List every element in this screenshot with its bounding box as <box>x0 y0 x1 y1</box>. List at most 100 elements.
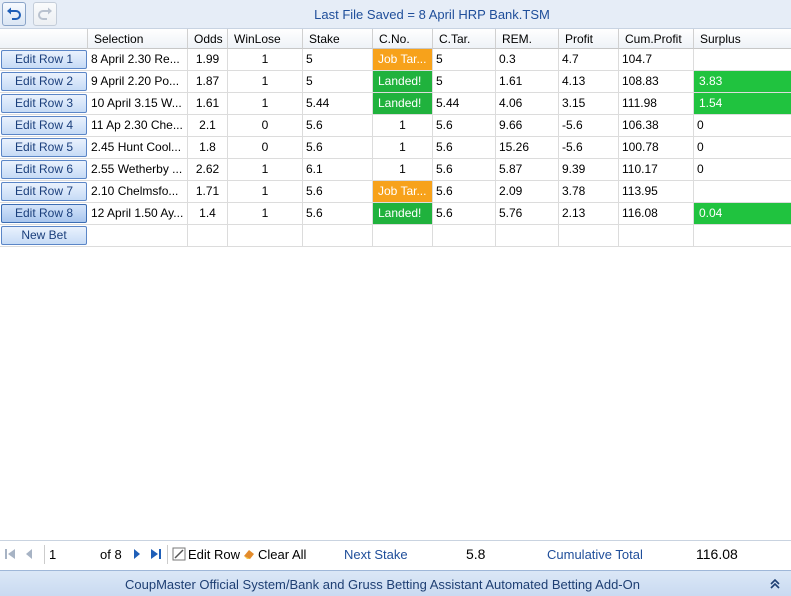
cell-cum-profit[interactable]: 104.7 <box>619 49 694 70</box>
cell-profit[interactable]: -5.6 <box>559 115 619 136</box>
cell-surplus[interactable]: 0 <box>694 137 791 158</box>
cell-cno-landed[interactable]: Landed! <box>373 71 433 92</box>
cell-odds[interactable]: 2.62 <box>188 159 228 180</box>
cell-stake[interactable]: 5 <box>303 49 373 70</box>
cell-surplus[interactable]: 0 <box>694 159 791 180</box>
cell-rem[interactable]: 0.3 <box>496 49 559 70</box>
cell-ctar[interactable]: 5.6 <box>433 159 496 180</box>
cell-cno-job-target[interactable]: Job Tar... <box>373 181 433 202</box>
clear-all-label[interactable]: Clear All <box>258 547 306 562</box>
new-bet-button[interactable]: New Bet <box>1 226 87 245</box>
cell-selection[interactable]: 8 April 2.30 Re... <box>88 49 188 70</box>
cell-cum-profit[interactable]: 100.78 <box>619 137 694 158</box>
cell-cno-landed[interactable]: Landed! <box>373 93 433 114</box>
cell-stake[interactable]: 5.6 <box>303 137 373 158</box>
cell-stake[interactable]: 5.44 <box>303 93 373 114</box>
cell-cno-landed[interactable]: Landed! <box>373 203 433 224</box>
cell-profit[interactable]: 3.15 <box>559 93 619 114</box>
cell-winlose[interactable]: 1 <box>228 71 303 92</box>
edit-row-button[interactable]: Edit Row 7 <box>1 182 87 201</box>
cell-odds[interactable]: 1.87 <box>188 71 228 92</box>
cell-ctar[interactable]: 5.6 <box>433 115 496 136</box>
cell-stake[interactable]: 5 <box>303 71 373 92</box>
cell-odds[interactable]: 1.4 <box>188 203 228 224</box>
cell-winlose[interactable]: 1 <box>228 93 303 114</box>
column-header-stake[interactable]: Stake <box>303 29 373 49</box>
cell-odds[interactable]: 2.1 <box>188 115 228 136</box>
cell-rem[interactable] <box>496 225 559 246</box>
cell-ctar[interactable] <box>433 225 496 246</box>
cell-stake[interactable]: 5.6 <box>303 181 373 202</box>
cell-ctar[interactable]: 5.6 <box>433 203 496 224</box>
cell-profit[interactable]: 3.78 <box>559 181 619 202</box>
edit-row-button[interactable]: Edit Row 1 <box>1 50 87 69</box>
edit-row-button[interactable]: Edit Row 3 <box>1 94 87 113</box>
column-header-selection[interactable]: Selection <box>88 29 188 49</box>
edit-row-button[interactable]: Edit Row 6 <box>1 160 87 179</box>
column-header-winlose[interactable]: WinLose <box>228 29 303 49</box>
cell-selection[interactable]: 12 April 1.50 Ay... <box>88 203 188 224</box>
cell-rem[interactable]: 9.66 <box>496 115 559 136</box>
cell-rem[interactable]: 15.26 <box>496 137 559 158</box>
cell-rem[interactable]: 5.87 <box>496 159 559 180</box>
cell-winlose[interactable]: 0 <box>228 137 303 158</box>
cell-cno[interactable]: 1 <box>373 159 433 180</box>
cell-cum-profit[interactable]: 108.83 <box>619 71 694 92</box>
last-page-button[interactable] <box>149 547 163 561</box>
cell-selection[interactable] <box>88 225 188 246</box>
page-number-input[interactable]: 1 <box>44 545 94 564</box>
cell-cum-profit[interactable]: 110.17 <box>619 159 694 180</box>
next-page-button[interactable] <box>130 547 144 561</box>
cell-odds[interactable]: 1.99 <box>188 49 228 70</box>
cell-surplus[interactable] <box>694 181 791 202</box>
edit-row-button[interactable]: Edit Row 2 <box>1 72 87 91</box>
cell-ctar[interactable]: 5 <box>433 49 496 70</box>
edit-row-label[interactable]: Edit Row <box>188 547 240 562</box>
cell-surplus[interactable]: 0.04 <box>694 203 791 224</box>
cell-cno[interactable] <box>373 225 433 246</box>
cell-cum-profit[interactable]: 116.08 <box>619 203 694 224</box>
cell-ctar[interactable]: 5 <box>433 71 496 92</box>
cell-winlose[interactable]: 0 <box>228 115 303 136</box>
cell-selection[interactable]: 9 April 2.20 Po... <box>88 71 188 92</box>
first-page-button[interactable] <box>3 547 17 561</box>
cell-stake[interactable]: 5.6 <box>303 203 373 224</box>
column-header-surplus[interactable]: Surplus <box>694 29 791 49</box>
cell-cum-profit[interactable]: 106.38 <box>619 115 694 136</box>
cell-surplus[interactable] <box>694 225 791 246</box>
cell-cum-profit[interactable]: 113.95 <box>619 181 694 202</box>
cell-surplus[interactable]: 0 <box>694 115 791 136</box>
cell-stake[interactable]: 6.1 <box>303 159 373 180</box>
cell-odds[interactable]: 1.71 <box>188 181 228 202</box>
cell-profit[interactable]: -5.6 <box>559 137 619 158</box>
cell-odds[interactable] <box>188 225 228 246</box>
cell-ctar[interactable]: 5.6 <box>433 181 496 202</box>
cell-selection[interactable]: 2.10 Chelmsfo... <box>88 181 188 202</box>
previous-page-button[interactable] <box>22 547 36 561</box>
cell-surplus[interactable] <box>694 49 791 70</box>
cell-winlose[interactable]: 1 <box>228 159 303 180</box>
cell-odds[interactable]: 1.61 <box>188 93 228 114</box>
cell-cum-profit[interactable]: 111.98 <box>619 93 694 114</box>
cell-selection[interactable]: 10 April 3.15 W... <box>88 93 188 114</box>
cell-rem[interactable]: 4.06 <box>496 93 559 114</box>
cell-cum-profit[interactable] <box>619 225 694 246</box>
cell-profit[interactable] <box>559 225 619 246</box>
cell-ctar[interactable]: 5.44 <box>433 93 496 114</box>
cell-rem[interactable]: 5.76 <box>496 203 559 224</box>
column-header-cum-profit[interactable]: Cum.Profit <box>619 29 694 49</box>
cell-profit[interactable]: 2.13 <box>559 203 619 224</box>
cell-cno-job-target[interactable]: Job Tar... <box>373 49 433 70</box>
cell-winlose[interactable] <box>228 225 303 246</box>
cell-selection[interactable]: 2.55 Wetherby ... <box>88 159 188 180</box>
edit-row-button[interactable]: Edit Row 4 <box>1 116 87 135</box>
cell-winlose[interactable]: 1 <box>228 49 303 70</box>
clear-all-tool-button[interactable] <box>242 547 256 561</box>
cell-ctar[interactable]: 5.6 <box>433 137 496 158</box>
cell-cno[interactable]: 1 <box>373 137 433 158</box>
cell-winlose[interactable]: 1 <box>228 203 303 224</box>
cell-stake[interactable]: 5.6 <box>303 115 373 136</box>
cell-rem[interactable]: 2.09 <box>496 181 559 202</box>
column-header-cno[interactable]: C.No. <box>373 29 433 49</box>
cell-odds[interactable]: 1.8 <box>188 137 228 158</box>
